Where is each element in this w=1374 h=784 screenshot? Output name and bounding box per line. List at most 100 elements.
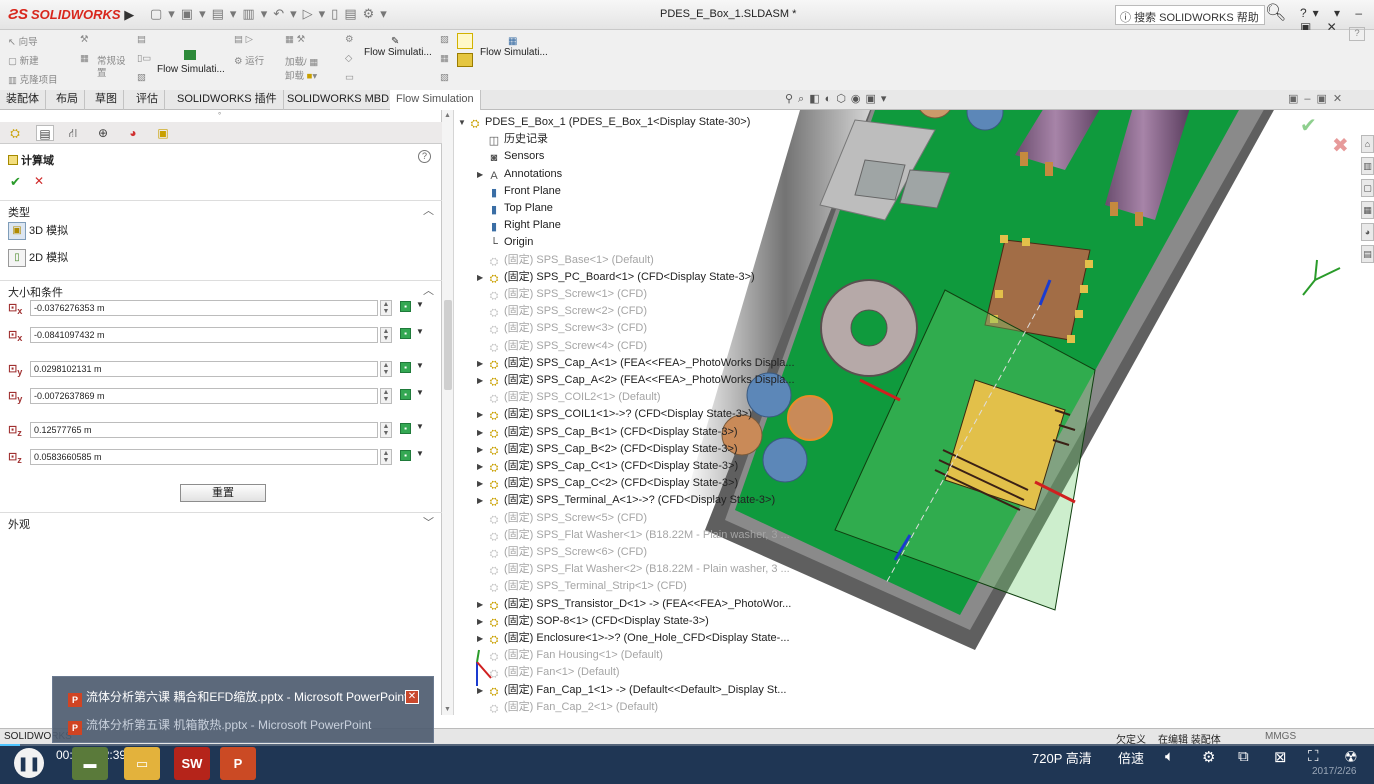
dropdown-arrow[interactable]: ▼ [416, 449, 424, 458]
tree-node[interactable]: ◙ Sensors [477, 148, 545, 165]
expand-arrow-icon[interactable]: ▶ [477, 682, 487, 699]
dropdown-arrow[interactable]: ▼ [416, 361, 424, 370]
file-explorer-icon[interactable]: ▢ [1361, 179, 1374, 197]
tree-node[interactable]: └ Origin [477, 234, 533, 251]
dependency-button[interactable]: ▪ [400, 450, 411, 461]
expand-arrow-icon[interactable]: ▶ [477, 492, 487, 509]
heads-up-view-toolbar[interactable]: ⚲⌕◧◐⬡◉▣▾ [785, 92, 891, 106]
expand-arrow-icon[interactable]: ▶ [477, 613, 487, 630]
settings-icon[interactable]: ⚙ [1202, 748, 1215, 766]
ribbon-icon-m[interactable]: ▧ [440, 72, 449, 83]
taskbar-app-icon-1[interactable]: ▬ [72, 747, 108, 780]
pause-button[interactable]: ❚❚ [14, 748, 44, 778]
appearance-section-header[interactable]: 外观 ﹀ [0, 512, 442, 531]
clone-project-button[interactable]: ▥ 克隆项目 [8, 72, 58, 86]
expand-arrow-icon[interactable]: ▶ [477, 269, 487, 286]
tab-flow-simulation[interactable]: Flow Simulation [390, 90, 481, 110]
feature-manager-tab-icon[interactable]: ⛭ [6, 125, 24, 141]
tree-node[interactable]: ▮ Right Plane [477, 217, 561, 234]
viewport-window-controls[interactable]: ▣–▣✕ [1288, 92, 1348, 105]
popup-item-ppt6[interactable]: P 流体分析第六课 耦合和EFD缩放.pptx - Microsoft Power… [68, 686, 407, 708]
tree-node[interactable]: ⛭ (固定) SPS_Screw<2> (CFD) [477, 303, 647, 320]
size-section-header[interactable]: 大小和条件 ︿ [0, 280, 442, 299]
help-search-input[interactable]: ⓘ 搜索 SOLIDWORKS 帮助 [1115, 5, 1265, 25]
new-button[interactable]: ▢ 新建 [8, 53, 39, 67]
tree-node[interactable]: ⛭ (固定) SPS_Flat Washer<2> (B18.22M - Plai… [477, 561, 790, 578]
dependency-button[interactable]: ▪ [400, 328, 411, 339]
ribbon-icon-g[interactable]: ▦ ⚒ [285, 34, 305, 45]
spinner[interactable]: ▲ ▼ [380, 300, 392, 316]
popup-item-ppt5[interactable]: P 流体分析第五课 机箱散热.pptx - Microsoft PowerPoin… [68, 714, 371, 736]
tree-node[interactable]: ⛭ (固定) Fan_Cap_2<1> (Default) [477, 699, 658, 716]
tree-node[interactable]: ▶ A Annotations [477, 166, 562, 183]
tab-assembly[interactable]: 装配体 [0, 90, 46, 110]
ribbon-icon-i[interactable]: ◇ [345, 53, 352, 64]
tree-node[interactable]: ▶ ⛭ (固定) SPS_Cap_B<2> (CFD<Display State-3… [477, 441, 738, 458]
tree-node[interactable]: ⛭ (固定) Fan<1> (Default) [477, 664, 620, 681]
x-min-field[interactable]: -0.0841097432 m [30, 327, 378, 343]
expand-arrow-icon[interactable]: ▶ [477, 372, 487, 389]
dependency-button[interactable]: ▪ [400, 301, 411, 312]
tab-mbd[interactable]: SOLIDWORKS MBD [281, 90, 397, 110]
tree-node[interactable]: ⛭ (固定) SPS_Screw<4> (CFD) [477, 338, 647, 355]
tree-node[interactable]: ⛭ (固定) Fan Housing<1> (Default) [477, 647, 663, 664]
expand-arrow-icon[interactable]: ▶ [477, 355, 487, 372]
tree-node[interactable]: ▶ ⛭ (固定) SPS_Cap_A<1> (FEA<<FEA>_PhotoWork… [477, 355, 795, 372]
ribbon-icon-j[interactable]: ▭ [345, 72, 354, 83]
status-units[interactable]: MMGS [1265, 731, 1296, 742]
volume-icon[interactable]: 🔈︎ [1165, 748, 1174, 765]
tree-node[interactable]: ▶ ⛭ (固定) SPS_Cap_B<1> (CFD<Display State-3… [477, 424, 738, 441]
cancel-confirm-icon[interactable]: ✖ [1332, 133, 1349, 158]
ribbon-icon-k[interactable]: ▨ [440, 34, 449, 45]
tree-node[interactable]: ▶ ⛭ (固定) SPS_PC_Board<1> (CFD<Display Stat… [477, 269, 755, 286]
reset-button[interactable]: 重置 [180, 484, 266, 502]
speed-selector[interactable]: 倍速 [1118, 748, 1144, 767]
tree-node[interactable]: ▶ ⛭ (固定) SPS_Cap_A<2> (FEA<<FEA>_PhotoWork… [477, 372, 795, 389]
panel-scrollbar[interactable]: ▲ ▼ [442, 110, 454, 715]
ribbon-icon-f[interactable]: ▤ ▷ [234, 34, 253, 45]
tree-node[interactable]: ⛭ (固定) SPS_Screw<6> (CFD) [477, 544, 647, 561]
solidworks-logo[interactable]: ƧS SOLIDWORKS ▶ [8, 6, 134, 23]
tab-evaluate[interactable]: 评估 [130, 90, 165, 110]
appearances-icon[interactable]: ◕ [1361, 223, 1374, 241]
ribbon-icon-c[interactable]: ▤ [137, 34, 146, 45]
z-min-field[interactable]: 0.0583660585 m [30, 449, 378, 465]
property-manager-tab-icon[interactable]: ▤ [36, 125, 54, 141]
tree-node[interactable]: ▶ ⛭ (固定) SPS_Cap_C<2> (CFD<Display State-3… [477, 475, 738, 492]
expand-arrow-icon[interactable]: ▶ [477, 406, 487, 423]
expand-arrow-icon[interactable]: ▶ [477, 458, 487, 475]
quality-selector[interactable]: 720P 高清 [1032, 748, 1092, 767]
taskbar-folder-icon[interactable]: ▭ [124, 747, 160, 780]
dependency-button[interactable]: ▪ [400, 423, 411, 434]
component-icon[interactable] [457, 53, 473, 67]
tree-node[interactable]: ▶ ⛭ (固定) SPS_Terminal_A<1>->? (CFD<Display… [477, 492, 775, 509]
dependency-button[interactable]: ▪ [400, 389, 411, 400]
close-icon[interactable]: ✕ [405, 690, 419, 704]
expand-arrow-icon[interactable]: ▶ [477, 475, 487, 492]
dropdown-arrow[interactable]: ▼ [416, 422, 424, 431]
flow-simulation-dropdown-3[interactable]: ▦ Flow Simulati... [480, 36, 548, 58]
dropdown-arrow[interactable]: ▼ [416, 388, 424, 397]
tree-node[interactable]: ⛭ (固定) SPS_Base<1> (Default) [477, 252, 654, 269]
spinner[interactable]: ▲ ▼ [380, 388, 392, 404]
tree-node[interactable]: ⛭ (固定) SPS_COIL2<1> (Default) [477, 389, 661, 406]
expand-arrow-icon[interactable]: ▶ [477, 424, 487, 441]
ribbon-icon-a[interactable]: ⚒ [80, 34, 89, 45]
z-max-field[interactable]: 0.12577765 m [30, 422, 378, 438]
tab-addins[interactable]: SOLIDWORKS 插件 [171, 90, 284, 110]
flow-simulation-dropdown-1[interactable]: Flow Simulati... [157, 50, 225, 75]
ribbon-icon-h[interactable]: ⚙ [345, 34, 354, 45]
tree-node[interactable]: ▮ Front Plane [477, 183, 561, 200]
ribbon-icon-l[interactable]: ▦ [440, 53, 449, 64]
tree-node[interactable]: ▶ ⛭ (固定) Fan_Cap_1<1> -> (Default<<Default… [477, 682, 786, 699]
wizard-button[interactable]: ↖ 向导 [8, 34, 38, 48]
flow-analysis-tab-icon[interactable]: ▣ [154, 125, 172, 141]
custom-properties-icon[interactable]: ▤ [1361, 245, 1374, 263]
bulb-icon[interactable] [457, 33, 473, 49]
load-unload-button[interactable]: 加载/ ▦ 卸载 ■▾ [285, 56, 318, 84]
expand-arrow-icon[interactable]: ▶ [477, 441, 487, 458]
spinner[interactable]: ▲ ▼ [380, 327, 392, 343]
run-button[interactable]: ⚙ 运行 [234, 53, 264, 67]
scroll-thumb[interactable] [444, 300, 452, 390]
tree-node[interactable]: ◫ 历史记录 [477, 131, 548, 148]
